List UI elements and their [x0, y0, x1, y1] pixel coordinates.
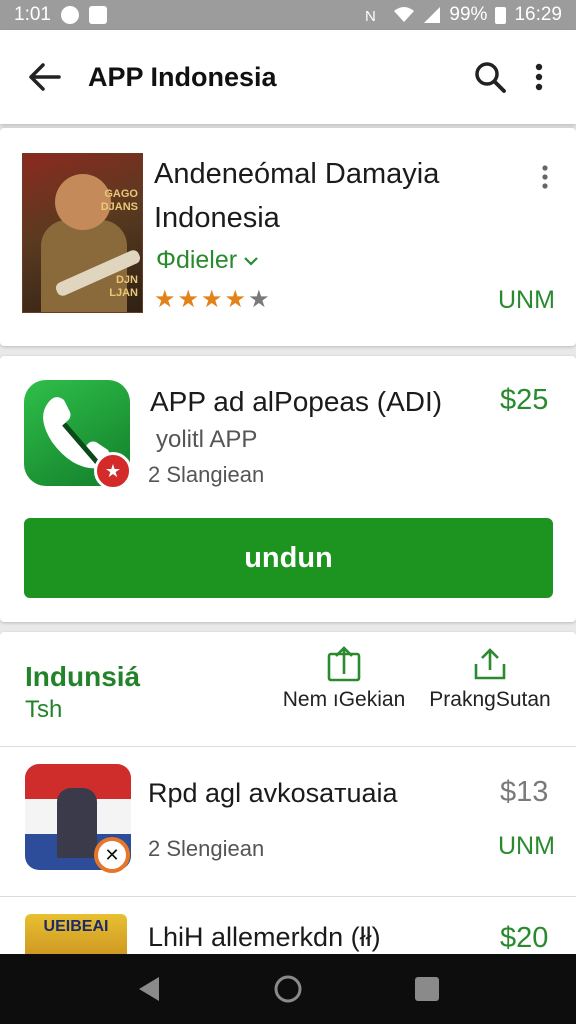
star-badge-icon: ★ — [94, 452, 132, 490]
featured-price: UNM — [498, 286, 555, 314]
upload-icon — [474, 648, 506, 680]
list-icon-text: UEIBEAI — [43, 918, 109, 935]
app-meta: 2 Slangiean — [148, 462, 265, 487]
app-bar: APP Indonesia — [0, 30, 576, 124]
section-title: Indunsiá — [25, 661, 141, 692]
list-item-name: Rpd agl avkosaтuaia — [148, 778, 398, 808]
wifi-icon — [394, 7, 415, 22]
nav-recent-button[interactable] — [397, 959, 457, 1019]
search-button[interactable] — [464, 51, 516, 103]
status-clock: 16:29 — [514, 4, 562, 25]
more-vert-icon — [542, 165, 548, 189]
featured-cover-image: GAGO DJANS DJN LJAN — [22, 153, 143, 313]
list-item-name: LhiH allemerkdn (łł) — [148, 922, 381, 952]
nfc-icon: N — [365, 8, 376, 24]
action-button-b[interactable]: PrakngSutan — [424, 646, 556, 724]
status-time: 1:01 — [14, 4, 51, 25]
notification-icon — [60, 6, 79, 24]
page-title: APP Indonesia — [88, 61, 277, 92]
cover-text-lower: DJN LJAN — [109, 274, 138, 299]
section-subtitle: Tsh — [25, 696, 63, 723]
battery-icon — [495, 6, 507, 24]
list-item-status: UNM — [498, 832, 555, 860]
overflow-menu-button[interactable] — [516, 51, 562, 103]
rating-stars: ★ ★ ★ ★ ★ — [154, 288, 270, 312]
action-button-a[interactable]: Nem ıGekian — [280, 646, 408, 724]
list-item-price: $20 — [500, 922, 549, 954]
arrow-left-icon — [29, 63, 61, 91]
publisher-name: Φdieler — [156, 246, 238, 274]
star-icon: ★ — [224, 286, 247, 313]
action-label-b: PrakngSutan — [429, 688, 551, 711]
search-icon — [475, 62, 506, 93]
list-item-price: $13 — [500, 776, 549, 808]
star-icon: ★ — [154, 286, 176, 313]
divider — [0, 746, 576, 747]
star-icon: ★ — [177, 286, 200, 313]
close-badge-icon: ✕ — [94, 837, 130, 873]
chevron-down-icon — [244, 256, 258, 266]
app-name: APP ad alPopeas (ΑDI) — [150, 386, 443, 417]
share-icon — [327, 646, 361, 682]
nav-back-icon — [139, 977, 160, 1001]
publisher-link[interactable]: Φdieler — [156, 246, 259, 275]
signal-icon — [424, 7, 441, 23]
star-icon: ★ — [248, 286, 270, 313]
back-button[interactable] — [14, 47, 74, 107]
notification-icon-2 — [88, 6, 107, 24]
nav-recent-icon — [414, 977, 439, 1001]
battery-percent: 99% — [449, 4, 488, 25]
svg-text:N: N — [365, 8, 376, 24]
nav-home-button[interactable] — [258, 959, 318, 1019]
status-bar: 1:01 N 99% 16:29 — [0, 0, 576, 30]
nav-home-icon — [274, 975, 302, 1003]
action-label-a: Nem ıGekian — [282, 688, 406, 711]
figure-shape — [57, 788, 97, 858]
cover-text: GAGO DJANS — [100, 188, 138, 213]
star-icon: ★ — [201, 286, 223, 313]
app-subtitle: yolitl APP — [156, 426, 258, 453]
more-vert-icon — [535, 63, 543, 91]
app-price: $25 — [500, 384, 549, 416]
featured-menu-button[interactable] — [530, 162, 560, 192]
divider — [0, 896, 576, 897]
nav-back-button[interactable] — [119, 959, 179, 1019]
featured-title: Andeneómal Damayia Indonesia — [154, 158, 440, 234]
list-item-meta: 2 Slengiean — [148, 836, 265, 861]
system-nav-bar — [0, 954, 576, 1024]
install-button[interactable]: undun — [24, 518, 553, 598]
